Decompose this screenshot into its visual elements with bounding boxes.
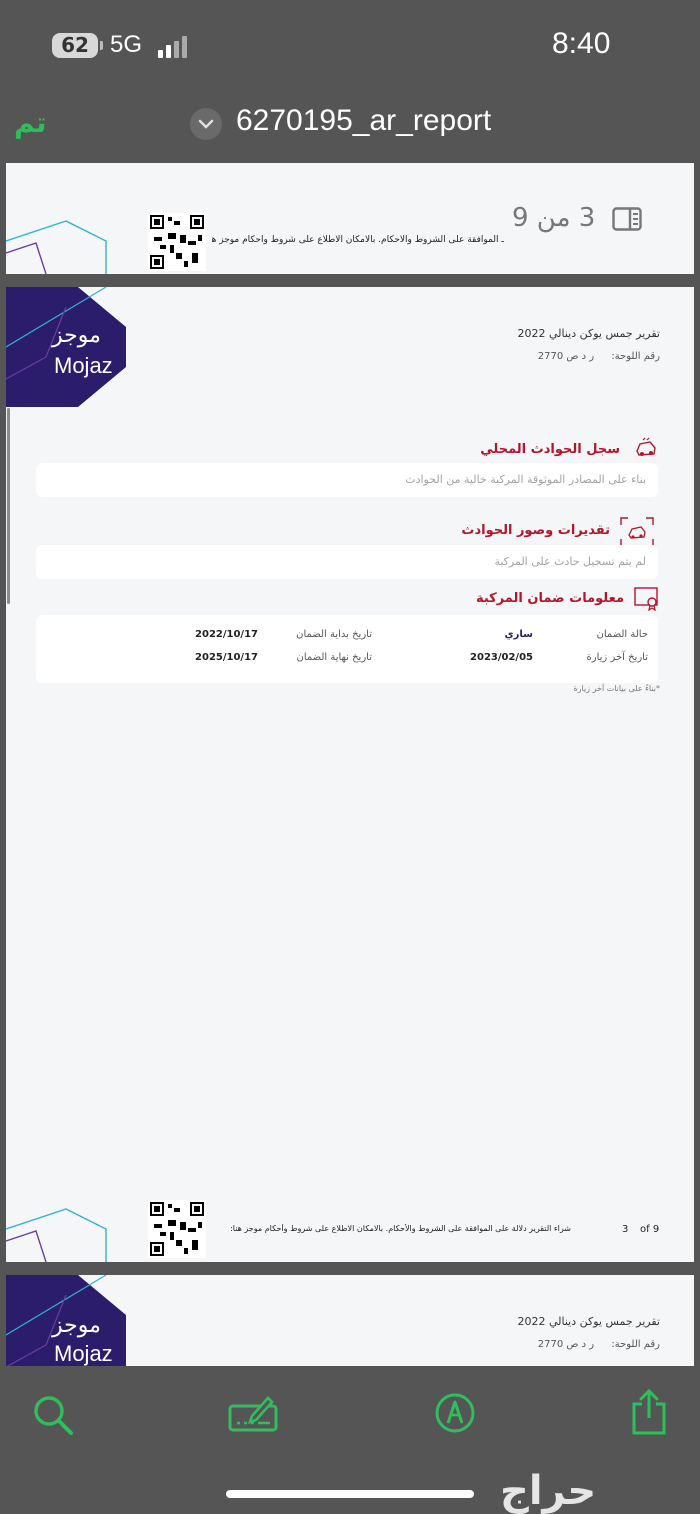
qr-code bbox=[148, 213, 206, 271]
report-title: تقرير جمس يوكن دينالي 2022 bbox=[517, 327, 660, 340]
plate-value-next: ر د ص 2770 bbox=[537, 1339, 595, 1350]
plate-row: رقم اللوحة: ر د ص 2770 bbox=[538, 351, 660, 362]
chevron-down-icon[interactable] bbox=[190, 108, 222, 140]
plate-label: رقم اللوحة: bbox=[611, 351, 660, 362]
logo-arabic: موجز bbox=[52, 323, 101, 348]
document-title: 6270195_ar_report bbox=[236, 104, 492, 137]
accident-estimates-box: لم يتم تسجيل حادث على المركبة bbox=[36, 545, 658, 579]
search-icon[interactable] bbox=[32, 1394, 74, 1436]
warranty-start-value: 2022/10/17 bbox=[195, 629, 258, 640]
network-type: 5G bbox=[110, 31, 143, 58]
local-accidents-box: بناء على المصادر الموثوقة المركبة خالية … bbox=[36, 463, 658, 497]
warranty-end-value: 2025/10/17 bbox=[195, 652, 258, 663]
logo-english: Mojaz bbox=[54, 353, 113, 378]
footer-terms: شراء التقرير دلالة على الموافقة على الشر… bbox=[230, 1224, 571, 1233]
accident-estimates-text: لم يتم تسجيل حادث على المركبة bbox=[494, 555, 646, 568]
share-icon[interactable] bbox=[630, 1388, 668, 1436]
logo-english-next: Mojaz bbox=[54, 1341, 113, 1366]
footer-qr-code bbox=[148, 1200, 206, 1258]
home-indicator[interactable] bbox=[226, 1490, 474, 1498]
page-indicator-text: 3 من 9 bbox=[512, 203, 596, 233]
section-title-warranty: معلومات ضمان المركبة bbox=[475, 591, 624, 606]
footer-page-of: of 9 bbox=[640, 1224, 660, 1235]
plate-value: ر د ص 2770 bbox=[537, 351, 595, 362]
done-button[interactable]: تم bbox=[14, 106, 46, 139]
warranty-status-label: حالة الضمان bbox=[596, 629, 648, 640]
plate-label-next: رقم اللوحة: bbox=[611, 1339, 660, 1350]
signal-icon bbox=[158, 36, 190, 58]
pdf-page-previous: ـ الموافقة على الشروط والأحكام. بالامكان… bbox=[6, 163, 694, 274]
last-visit-label: تاريخ آخر زيارة bbox=[586, 652, 648, 663]
footer-page-num: 3 bbox=[622, 1224, 629, 1235]
watermark-logo: حراج bbox=[500, 1468, 597, 1514]
warranty-box: حالة الضمان ساري تاريخ بداية الضمان 2022… bbox=[36, 615, 658, 683]
mojaz-logo: موجز Mojaz bbox=[6, 287, 136, 409]
hex-decoration-footer bbox=[6, 1208, 107, 1262]
battery-level: 62 bbox=[61, 33, 89, 57]
page-indicator[interactable]: 3 من 9 bbox=[508, 201, 648, 239]
warranty-end-label: تاريخ نهاية الضمان bbox=[296, 652, 372, 663]
warranty-start-label: تاريخ بداية الضمان bbox=[296, 629, 372, 640]
terms-text: ـ الموافقة على الشروط والأحكام. بالامكان… bbox=[212, 235, 504, 245]
warranty-footnote: *بناءً على بيانات آخر زيارة bbox=[573, 684, 660, 693]
clock: 8:40 bbox=[552, 27, 611, 60]
section-title-local-accidents: سجل الحوادث المحلي bbox=[480, 442, 620, 457]
certificate-icon bbox=[634, 587, 658, 611]
mojaz-logo-next: موجز Mojaz bbox=[6, 1275, 136, 1366]
sidebar-icon bbox=[612, 207, 642, 231]
accident-photo-icon bbox=[620, 517, 654, 547]
pen-icon[interactable] bbox=[434, 1392, 476, 1434]
logo-arabic-next: موجز bbox=[52, 1313, 101, 1338]
section-title-accident-estimates: تقديرات وصور الحوادث bbox=[461, 523, 610, 538]
battery-indicator: 62 bbox=[52, 33, 103, 58]
local-accidents-text: بناء على المصادر الموثوقة المركبة خالية … bbox=[405, 473, 646, 486]
report-title-next: تقرير جمس يوكن دينالي 2022 bbox=[517, 1315, 660, 1328]
hex-decoration bbox=[6, 220, 107, 274]
pdf-page-current: موجز Mojaz تقرير جمس يوكن دينالي 2022 رق… bbox=[6, 287, 694, 1262]
markup-icon[interactable] bbox=[228, 1394, 280, 1434]
warranty-status-value: ساري bbox=[504, 629, 533, 640]
scroll-indicator[interactable] bbox=[7, 408, 10, 604]
plate-row-next: رقم اللوحة: ر د ص 2770 bbox=[538, 1339, 660, 1350]
accident-car-icon bbox=[636, 437, 656, 456]
pdf-page-next: موجز Mojaz تقرير جمس يوكن دينالي 2022 رق… bbox=[6, 1275, 694, 1366]
last-visit-value: 2023/02/05 bbox=[470, 652, 533, 663]
